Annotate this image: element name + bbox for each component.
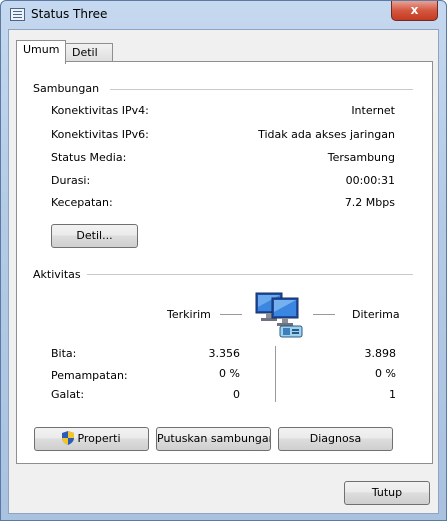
connection-group-divider: [110, 89, 413, 90]
speed-label: Kecepatan:: [51, 196, 113, 209]
close-button[interactable]: Tutup: [344, 481, 430, 505]
compression-received-value: 0 %: [375, 367, 396, 380]
connection-group-heading: Sambungan: [33, 82, 100, 95]
duration-value: 00:00:31: [345, 174, 395, 187]
sent-label: Terkirim: [167, 308, 211, 321]
media-status-label: Status Media:: [51, 151, 127, 164]
errors-sent-value: 0: [233, 388, 240, 401]
sent-line: [220, 314, 242, 315]
dialog-window: Status Three x Umum Detil Sambungan Kone…: [0, 0, 447, 521]
received-line: [313, 314, 335, 315]
diagnose-button[interactable]: Diagnosa: [278, 427, 393, 451]
activity-group-heading: Aktivitas: [33, 268, 81, 281]
ipv4-label: Konektivitas IPv4:: [51, 104, 149, 117]
errors-label: Galat:: [51, 388, 85, 401]
properties-button-label: Properti: [77, 432, 121, 445]
disconnect-button[interactable]: Putuskan sambungan: [156, 427, 271, 451]
activity-separator: [275, 346, 276, 402]
title-bar[interactable]: Status Three x: [1, 1, 446, 29]
window-title: Status Three: [31, 7, 108, 21]
ipv6-label: Konektivitas IPv6:: [51, 128, 149, 141]
activity-group-divider: [87, 274, 413, 275]
bytes-label: Bita:: [51, 347, 77, 360]
ipv4-value: Internet: [351, 104, 395, 117]
duration-label: Durasi:: [51, 174, 91, 187]
bytes-received-value: 3.898: [364, 347, 397, 360]
uac-shield-icon: [62, 431, 75, 445]
ipv6-value: Tidak ada akses jaringan: [258, 128, 395, 141]
network-computers-icon: [255, 292, 303, 338]
tab-umum[interactable]: Umum: [16, 40, 66, 64]
media-status-value: Tersambung: [327, 151, 395, 164]
details-button[interactable]: Detil...: [51, 224, 138, 248]
speed-value: 7.2 Mbps: [344, 196, 395, 209]
tab-detil[interactable]: Detil: [65, 43, 113, 63]
errors-received-value: 1: [389, 388, 396, 401]
properties-button[interactable]: Properti: [34, 427, 149, 451]
compression-label: Pemampatan:: [51, 369, 128, 382]
network-status-icon: [10, 8, 25, 21]
compression-sent-value: 0 %: [219, 367, 240, 380]
tab-panel-general: [16, 61, 433, 464]
received-label: Diterima: [352, 308, 400, 321]
bytes-sent-value: 3.356: [208, 347, 241, 360]
close-window-button[interactable]: x: [391, 1, 438, 21]
